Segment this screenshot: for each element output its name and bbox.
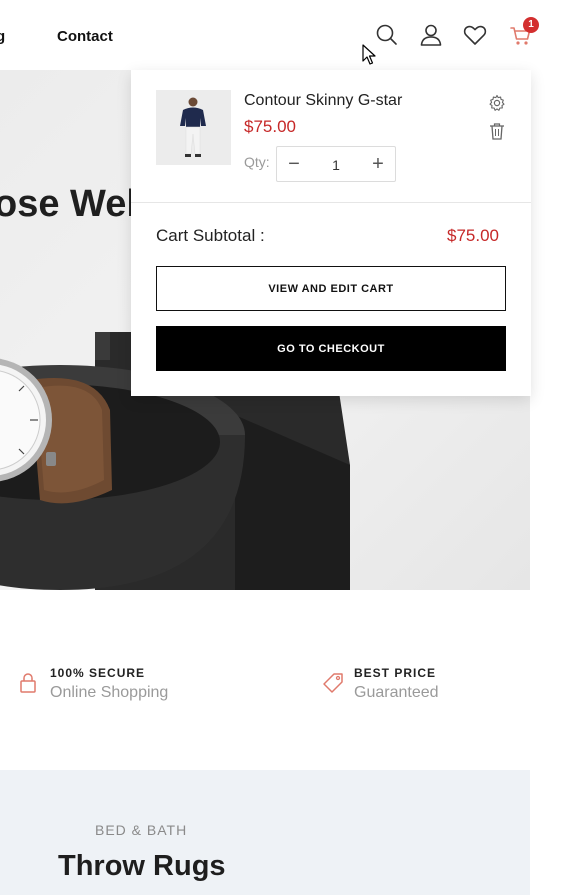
heart-icon[interactable]: [462, 22, 488, 48]
cart-item-name[interactable]: Contour Skinny G-star: [244, 92, 402, 110]
divider: [131, 202, 531, 203]
category-label: BED & BATH: [95, 822, 188, 838]
mini-cart-dropdown: Contour Skinny G-star $75.00 Qty: − + Ca…: [131, 70, 531, 396]
user-icon[interactable]: [418, 22, 444, 48]
nav-link-partial[interactable]: g: [0, 28, 5, 45]
category-title[interactable]: Throw Rugs: [58, 850, 226, 883]
view-edit-cart-button[interactable]: VIEW AND EDIT CART: [156, 266, 506, 311]
cart-item-thumbnail[interactable]: [156, 90, 231, 165]
subtotal-label: Cart Subtotal :: [156, 226, 265, 245]
subtotal-value: $75.00: [447, 226, 499, 245]
qty-label: Qty:: [244, 154, 270, 170]
mouse-cursor-icon: [362, 44, 376, 65]
feature-subtitle: Online Shopping: [50, 684, 169, 701]
gear-icon[interactable]: [488, 94, 506, 112]
category-section: BED & BATH Throw Rugs: [0, 770, 530, 895]
nav-link-contact[interactable]: Contact: [57, 28, 113, 45]
quantity-stepper: − +: [276, 146, 396, 182]
qty-increase-button[interactable]: +: [366, 152, 390, 176]
cart-item-price: $75.00: [244, 117, 296, 136]
feature-title: 100% SECURE: [50, 666, 146, 680]
lock-icon: [18, 672, 40, 694]
qty-input[interactable]: [313, 153, 359, 177]
search-icon[interactable]: [374, 22, 400, 48]
trash-icon[interactable]: [489, 122, 505, 140]
feature-title: BEST PRICE: [354, 666, 437, 680]
checkout-button[interactable]: GO TO CHECKOUT: [156, 326, 506, 371]
hero-title: ose Well: [0, 183, 148, 225]
cart-count-badge: 1: [523, 17, 539, 33]
feature-subtitle: Guaranteed: [354, 684, 439, 701]
qty-decrease-button[interactable]: −: [282, 152, 306, 176]
header: g Contact 1: [0, 0, 580, 70]
price-tag-icon: [322, 672, 344, 694]
